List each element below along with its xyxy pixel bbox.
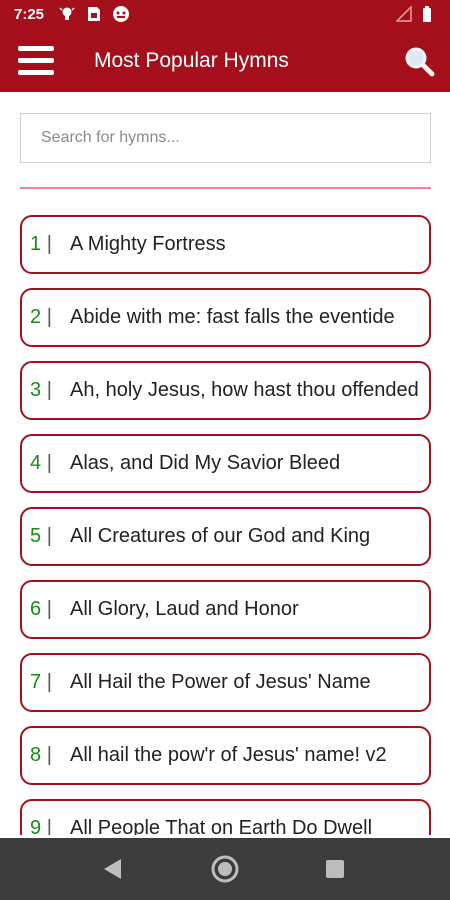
status-time: 7:25 (14, 6, 45, 23)
recents-icon[interactable] (326, 860, 344, 878)
hymn-number: 2 (30, 306, 42, 328)
back-icon[interactable] (104, 859, 121, 879)
hymn-number: 1 (30, 233, 42, 255)
hymn-number: 7 (30, 671, 42, 693)
signal-icon (395, 5, 412, 27)
list-item[interactable]: 3 | Ah, holy Jesus, how hast thou offend… (20, 361, 431, 420)
hymn-list: 1 | A Mighty Fortress 2 | Abide with me:… (0, 200, 450, 835)
list-item[interactable]: 6 | All Glory, Laud and Honor (20, 580, 431, 639)
hymn-number: 9 (30, 817, 42, 835)
separator: | (46, 817, 52, 835)
hymn-title: Abide with me: fast falls the eventide (70, 306, 395, 328)
search-icon[interactable] (402, 44, 436, 78)
status-bar: 7:25 (0, 0, 450, 30)
separator: | (46, 233, 52, 255)
hymn-number: 6 (30, 598, 42, 620)
separator: | (46, 598, 52, 620)
separator: | (46, 671, 52, 693)
hymn-title: Ah, holy Jesus, how hast thou offended (70, 379, 419, 401)
hymn-title: All Glory, Laud and Honor (70, 598, 299, 620)
divider (20, 187, 431, 189)
search-input[interactable] (21, 114, 430, 162)
system-nav-bar (0, 838, 450, 900)
hymn-title: A Mighty Fortress (70, 233, 226, 255)
separator: | (46, 525, 52, 547)
hymn-number: 4 (30, 452, 42, 474)
list-item[interactable]: 7 | All Hail the Power of Jesus' Name (20, 653, 431, 712)
list-item[interactable]: 9 | All People That on Earth Do Dwell (20, 799, 431, 835)
list-item[interactable]: 4 | Alas, and Did My Savior Bleed (20, 434, 431, 493)
hymn-title: All People That on Earth Do Dwell (70, 817, 373, 835)
hamburger-menu-icon[interactable] (16, 44, 56, 78)
battery-icon (422, 6, 432, 27)
android-icon (112, 5, 130, 23)
hymn-title: All Creatures of our God and King (70, 525, 371, 547)
separator: | (46, 744, 52, 766)
home-icon[interactable] (210, 854, 240, 884)
hymn-number: 3 (30, 379, 42, 401)
hymn-title: All hail the pow'r of Jesus' name! v2 (70, 744, 387, 766)
hymn-number: 5 (30, 525, 42, 547)
sim-card-icon (85, 5, 103, 23)
hymn-title: All Hail the Power of Jesus' Name (70, 671, 371, 693)
hymn-number: 8 (30, 744, 42, 766)
app-bar: Most Popular Hymns (0, 30, 450, 92)
bulb-icon (58, 5, 76, 23)
hymn-title: Alas, and Did My Savior Bleed (70, 452, 341, 474)
list-item[interactable]: 2 | Abide with me: fast falls the eventi… (20, 288, 431, 347)
separator: | (46, 379, 52, 401)
separator: | (46, 306, 52, 328)
list-item[interactable]: 8 | All hail the pow'r of Jesus' name! v… (20, 726, 431, 785)
list-item[interactable]: 5 | All Creatures of our God and King (20, 507, 431, 566)
list-item[interactable]: 1 | A Mighty Fortress (20, 215, 431, 274)
separator: | (46, 452, 52, 474)
page-title: Most Popular Hymns (94, 49, 289, 72)
search-box (20, 113, 431, 163)
